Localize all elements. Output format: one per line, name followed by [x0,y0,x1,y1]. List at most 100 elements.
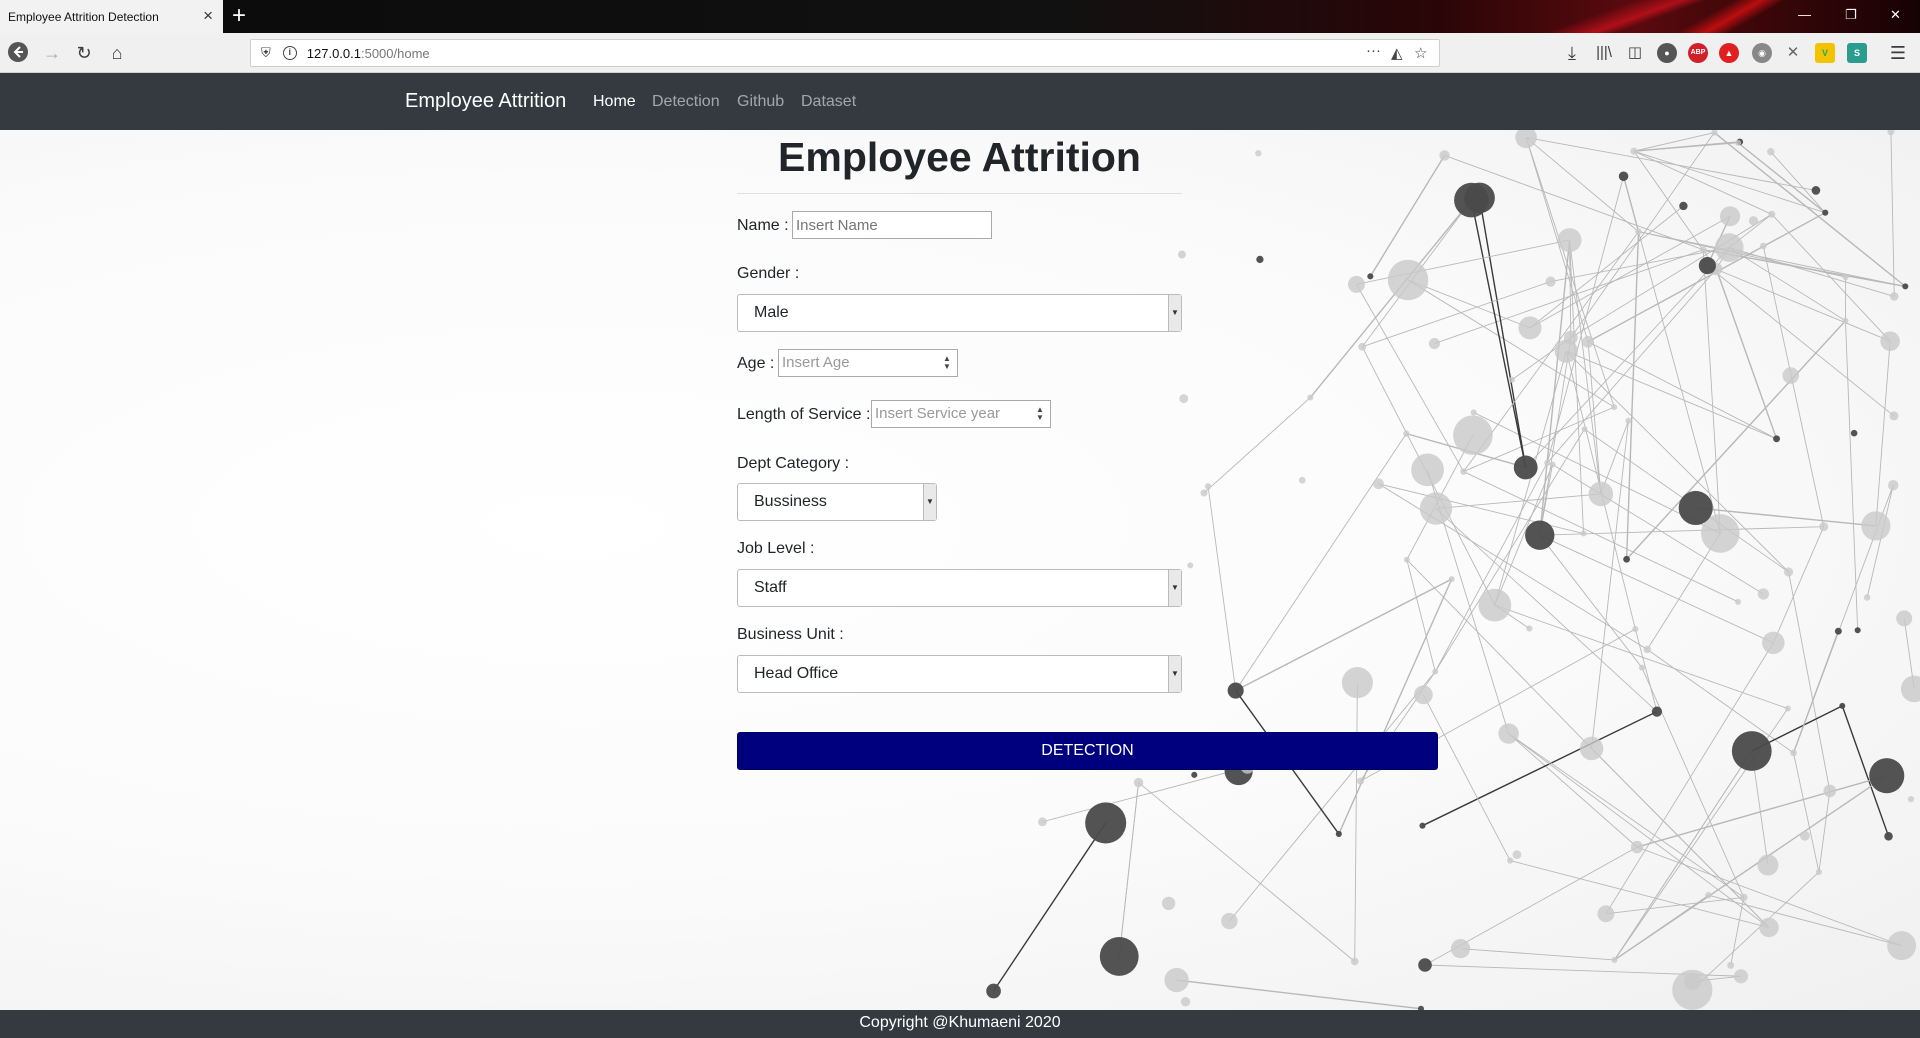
network-node [1748,216,1759,226]
network-node [1638,664,1645,671]
network-node [1842,274,1849,281]
url-text[interactable]: 127.0.0.1:5000/home [307,46,430,61]
network-node [1227,682,1244,699]
download-icon[interactable]: ⤓ [1560,41,1584,65]
number-spinner-icon[interactable]: ▲ ▼ [1034,406,1046,422]
age-label: Age : [737,355,775,372]
network-line [992,822,1107,992]
network-node [1439,150,1450,161]
network-line [1494,604,1788,709]
extension-icon[interactable]: ✕ [1783,43,1803,63]
info-icon[interactable]: i [282,46,297,60]
job-level-select[interactable]: Staff ▼ [737,569,1182,607]
network-node [1464,182,1495,214]
extension-icon[interactable]: S [1847,43,1867,63]
network-line [1378,483,1584,534]
network-node [1784,567,1794,577]
home-icon[interactable]: ⌂ [105,41,129,65]
network-node [1698,257,1716,275]
detection-button[interactable]: DETECTION [737,732,1438,770]
pocket-icon[interactable]: ◭ [1391,44,1403,62]
site-brand[interactable]: Employee Attrition [405,90,566,113]
age-input[interactable]: Insert Age ▲ ▼ [778,349,958,377]
close-window-icon[interactable]: ✕ [1890,7,1901,23]
extension-icon[interactable]: ▲ [1719,43,1739,63]
gender-select[interactable]: Male ▼ [737,294,1182,332]
network-node [1350,957,1359,966]
bookmark-star-icon[interactable]: ☆ [1414,44,1427,62]
network-node [1432,668,1439,675]
minimize-icon[interactable]: — [1798,7,1811,22]
shield-icon[interactable]: ⛨ [261,45,271,61]
service-input[interactable]: Insert Service year ▲ ▼ [871,400,1051,428]
dept-select[interactable]: Bussiness ▼ [737,483,937,521]
nav-home[interactable]: Home [593,93,636,111]
extension-icon[interactable]: ◉ [1752,43,1772,63]
network-line [1508,733,1638,848]
network-node [1611,404,1618,411]
network-line [1565,350,1789,573]
network-line [1566,350,1777,440]
network-node [1221,912,1238,930]
network-node [1448,576,1455,583]
browser-tab[interactable]: Employee Attrition Detection × [0,0,223,33]
network-node [1907,795,1915,803]
nav-github[interactable]: Github [737,93,784,111]
network-node [1525,520,1555,550]
network-node [1580,530,1587,537]
network-node [1705,892,1712,899]
network-node [1861,511,1891,541]
network-node [1460,468,1467,475]
sidebar-icon[interactable]: ◫ [1623,41,1647,65]
network-node [1419,822,1426,829]
network-node [1784,705,1791,712]
network-line [1435,493,1601,509]
network-node [1842,317,1849,324]
more-icon[interactable]: ··· [1366,42,1381,59]
job-level-selected-value: Staff [754,579,787,596]
url-bar[interactable]: ⛨ i 127.0.0.1:5000/home ··· ◭ ☆ [250,39,1440,67]
account-icon[interactable]: ● [1657,43,1677,63]
network-line [1406,559,1436,672]
menu-icon[interactable]: ☰ [1886,41,1910,65]
network-node [1179,394,1189,404]
close-tab-icon[interactable]: × [203,7,213,24]
network-node [1869,758,1905,794]
number-spinner-icon[interactable]: ▲ ▼ [941,355,953,371]
network-node [1356,777,1364,785]
tab-title: Employee Attrition Detection [8,9,159,24]
reload-icon[interactable]: ↻ [72,41,96,65]
network-node [1887,130,1895,136]
nav-detection[interactable]: Detection [652,93,720,111]
network-node [1413,685,1433,705]
network-node [1180,996,1191,1007]
restore-icon[interactable]: ❐ [1845,7,1857,23]
back-icon[interactable] [6,41,30,65]
network-node [1581,426,1588,433]
network-line [1625,231,1640,560]
adblock-icon[interactable]: ABP [1688,43,1708,63]
new-tab-button[interactable]: + [232,3,246,29]
network-node [1554,339,1578,363]
forward-icon[interactable]: → [40,41,64,65]
network-line [1605,896,1744,915]
network-node [1478,588,1512,622]
age-placeholder: Insert Age [782,354,850,371]
browser-tab-bar: Employee Attrition Detection × + — ❐ ✕ [0,0,1920,33]
network-line [1309,199,1472,398]
main-content: Employee Attrition Name : Gender : Male … [0,130,1920,1010]
network-line [1207,486,1237,691]
network-node [1347,275,1365,293]
business-unit-select[interactable]: Head Office ▼ [737,655,1182,693]
name-input[interactable] [792,211,992,239]
network-line [1042,766,1248,823]
library-icon[interactable]: |||\ [1592,41,1616,65]
network-node [1507,857,1514,864]
nav-dataset[interactable]: Dataset [801,93,856,111]
network-line [1707,265,1891,342]
network-line [1176,979,1422,1010]
extension-icon[interactable]: V [1815,43,1835,63]
network-line [1508,733,1745,898]
network-line [1845,320,1859,631]
business-unit-label: Business Unit : [737,626,844,643]
